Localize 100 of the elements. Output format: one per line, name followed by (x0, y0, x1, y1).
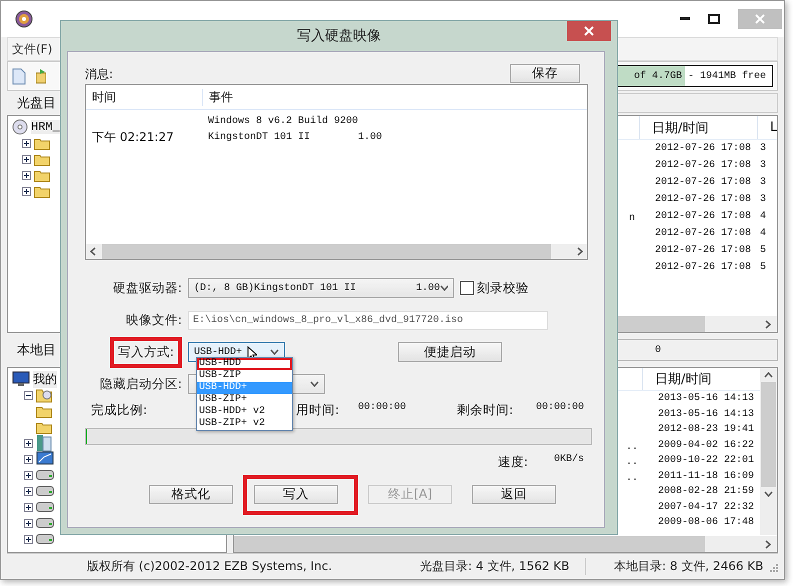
date-cell-text: 2012-07-26 17:08 (654, 194, 752, 205)
column-header[interactable]: L (757, 116, 777, 139)
drive-icon (36, 470, 54, 480)
dialog-title: 写入硬盘映像 (297, 27, 381, 45)
caret-icon (270, 349, 279, 355)
date-cell-text: 2012-07-26 17:08 (654, 228, 752, 239)
column-header[interactable]: 事件 (202, 88, 233, 106)
file-name: .. (626, 457, 638, 468)
date-cell-text: 2011-11-18 16:09 (657, 470, 756, 482)
expand-icon[interactable] (22, 138, 31, 148)
scroll-right-icon[interactable] (765, 320, 771, 328)
drive-icon (36, 518, 54, 528)
field-label: 隐藏启动分区: (98, 376, 183, 392)
image-file-field[interactable]: E:\ios\cn_windows_8_pro_vl_x86_dvd_917720.iso (188, 310, 548, 330)
date-cell-text: 2007-04-17 22:32 (657, 502, 756, 513)
new-file-icon[interactable] (12, 68, 26, 84)
expand-icon[interactable] (24, 470, 33, 480)
date-cell-text: 2012-08-23 19:41 (657, 424, 756, 436)
checkbox[interactable] (460, 281, 474, 295)
folder-icon (34, 136, 50, 150)
expand-icon[interactable] (24, 454, 33, 464)
close-icon (584, 26, 594, 36)
speed-label: 速度: (498, 454, 528, 471)
drive-select[interactable]: (D:, 8 GB)KingstonDT 101 II 1.00 (188, 278, 454, 298)
dropdown-option[interactable]: USB-ZIP+ v2 (197, 418, 292, 430)
scroll-left-icon[interactable] (90, 247, 96, 256)
date-cell-text: 2012-07-26 17:08 (654, 211, 752, 222)
date-cell-text: 2009-10-22 22:01 (657, 455, 756, 466)
expand-icon[interactable] (24, 534, 33, 544)
drive-icon (36, 486, 54, 496)
elapsed-value: 00:00:00 (358, 402, 406, 413)
vertical-scrollbar[interactable] (760, 368, 777, 535)
caret-icon (310, 381, 319, 387)
file-name: .. (626, 442, 638, 453)
menu-item[interactable]: 文件(F) (8, 40, 56, 58)
date-cell-text: 2012-07-26 17:08 (654, 160, 752, 171)
open-folder-icon[interactable] (36, 68, 46, 84)
action-button[interactable]: 写入 (254, 484, 338, 504)
tree-item[interactable]: 我的 (33, 370, 57, 388)
size-cell-text: 3 (759, 194, 768, 205)
file-name: n (628, 213, 635, 224)
size-cell-text: 4 (759, 228, 768, 239)
field-label: 写入方式: (110, 336, 182, 368)
expand-icon[interactable] (24, 486, 33, 496)
date-cell-text: 2012-07-26 17:08 (654, 177, 752, 188)
remaining-value: 00:00:00 (536, 402, 584, 413)
expand-icon[interactable] (24, 438, 33, 448)
close-button[interactable] (567, 21, 611, 41)
date-cell-text: 2012-07-26 17:08 (654, 245, 752, 256)
folder-icon (36, 387, 52, 403)
drive-icon (36, 502, 54, 512)
folder-icon (36, 404, 52, 418)
scroll-right-icon[interactable] (577, 247, 583, 256)
scroll-up-icon[interactable] (764, 372, 773, 378)
checkbox-label: 刻录校验 (477, 280, 529, 296)
status-text: 光盘目录: 4 文件, 1562 KB (412, 558, 586, 575)
maximize-icon[interactable] (708, 14, 720, 24)
dropdown-option[interactable]: USB-ZIP (197, 370, 292, 382)
scroll-right-icon[interactable] (765, 540, 771, 548)
speed-value: 0KB/s (554, 454, 584, 467)
progress-label: 完成比例: (91, 402, 148, 419)
folder-icon (34, 152, 50, 166)
action-button[interactable]: 格式化 (149, 485, 233, 504)
size-cell-text: 3 (759, 160, 768, 171)
remaining-label: 剩余时间: (457, 402, 514, 419)
action-button[interactable]: 返回 (472, 485, 556, 504)
expand-icon[interactable] (22, 154, 31, 164)
file-name: .. (626, 472, 638, 484)
expand-icon[interactable] (24, 502, 33, 512)
size-cell-text: 3 (759, 177, 768, 188)
dropdown-option[interactable]: USB-ZIP+ (197, 394, 292, 406)
messages-label: 消息: (85, 66, 114, 83)
resize-grip-icon[interactable] (768, 562, 778, 572)
minimize-icon[interactable] (680, 17, 690, 21)
drive-icon (36, 534, 54, 544)
capacity-text: of 4.7GB - 1941MB free (634, 70, 767, 82)
status-text: 本地目录: 8 文件, 2466 KB (613, 558, 764, 575)
collapse-icon[interactable] (24, 390, 33, 400)
scroll-thumb[interactable] (761, 382, 776, 487)
date-cell-text: 2012-07-26 17:08 (654, 262, 752, 273)
close-icon (755, 14, 765, 24)
date-cell-text: 2013-05-16 14:13 (657, 408, 756, 420)
scroll-down-icon[interactable] (764, 491, 773, 497)
caret-icon (440, 285, 448, 291)
quick-boot-button[interactable]: 便捷启动 (398, 342, 502, 362)
size-cell-text: 3 (759, 143, 768, 154)
expand-icon[interactable] (22, 170, 31, 180)
expand-icon[interactable] (22, 186, 31, 196)
disc-icon (15, 10, 33, 28)
dropdown-option[interactable]: USB-HDD+ v2 (197, 406, 292, 418)
field-label: 映像文件: (124, 312, 183, 328)
save-button[interactable]: 保存 (510, 64, 580, 83)
library-icon (36, 434, 52, 452)
column-header[interactable]: 日期/时间 (639, 116, 757, 139)
expand-icon[interactable] (24, 518, 33, 528)
folder-icon (36, 420, 52, 434)
panel-label: 光盘目 (17, 95, 56, 112)
field-label: 硬盘驱动器: (112, 280, 183, 296)
tree-item[interactable]: HRM_ (31, 120, 60, 134)
column-header[interactable]: 时间 (86, 88, 202, 106)
